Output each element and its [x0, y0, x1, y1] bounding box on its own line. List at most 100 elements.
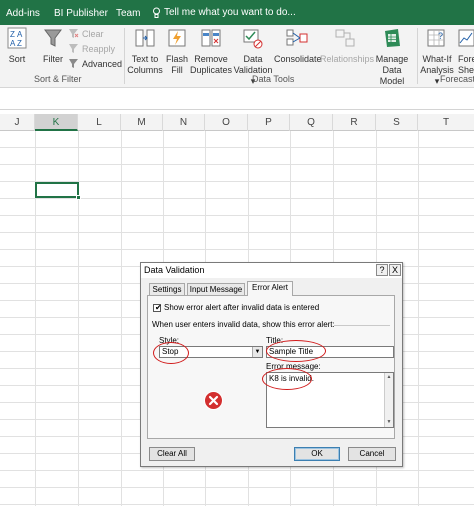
reapply-label: Reapply [82, 43, 116, 54]
reapply-button[interactable]: Reapply [68, 43, 115, 54]
show-alert-row[interactable]: ✔ Show error alert after invalid data is… [153, 303, 319, 312]
grid-row-line [0, 198, 474, 199]
svg-text:Z: Z [17, 39, 22, 48]
help-button[interactable]: ? [376, 264, 388, 276]
clear-filter-icon [69, 29, 79, 38]
column-header-l[interactable]: L [78, 114, 121, 131]
column-header-o[interactable]: O [205, 114, 248, 131]
text-to-columns-icon [135, 29, 155, 47]
formula-bar-border [0, 109, 474, 110]
grid-row-line [0, 215, 474, 216]
title-label: Title: [266, 336, 284, 345]
consolidate-icon [286, 29, 308, 46]
advanced-button[interactable]: Advanced [68, 58, 122, 69]
consolidate-button[interactable]: Consolidate [274, 27, 322, 65]
remove-duplicates-button[interactable]: Remove Duplicates [190, 27, 232, 76]
fill-handle[interactable] [76, 195, 81, 200]
sort-button[interactable]: Z A A Z Sort [3, 27, 31, 65]
data-validation-dialog: Data Validation ? X Settings Input Messa… [140, 262, 403, 467]
title-input[interactable]: Sample Title [266, 346, 394, 358]
svg-text:A: A [17, 30, 23, 39]
dialog-title: Data Validation [144, 265, 205, 275]
tell-me-text: Tell me what you want to do... [164, 7, 296, 18]
svg-text:A: A [10, 39, 16, 48]
grid-row-line [0, 487, 474, 488]
advanced-filter-icon [69, 59, 78, 68]
data-tools-group-label: Data Tools [252, 74, 295, 84]
cancel-button[interactable]: Cancel [348, 447, 396, 461]
grid-row-line [0, 504, 474, 505]
sort-filter-group-label: Sort & Filter [34, 74, 82, 84]
error-alert-panel: ✔ Show error alert after invalid data is… [147, 295, 395, 439]
grid-column-line [121, 131, 122, 506]
active-cell-k8[interactable] [35, 182, 79, 198]
data-validation-line1: Data [243, 54, 263, 64]
ok-button[interactable]: OK [294, 447, 340, 461]
style-select[interactable]: Stop ▼ [159, 346, 263, 358]
manage-data-model-button[interactable]: Manage Data Model [370, 27, 414, 87]
column-header-s[interactable]: S [376, 114, 418, 131]
manage-data-model-line2: Data Model [379, 65, 405, 86]
grid-row-line [0, 470, 474, 471]
reapply-icon [69, 44, 78, 53]
text-to-columns-line1: Text to [131, 54, 159, 64]
sort-az-icon: Z A A Z [7, 27, 27, 49]
message-scrollbar[interactable]: ▲ ▼ [384, 373, 393, 427]
grid-row-line [0, 232, 474, 233]
column-header-q[interactable]: Q [290, 114, 333, 131]
flash-fill-line1: Flash [165, 54, 188, 64]
scroll-up-icon[interactable]: ▲ [385, 373, 393, 381]
clear-button[interactable]: Clear [68, 28, 104, 39]
relationships-label: Relationships [320, 54, 375, 64]
forecast-sheet-button[interactable]: Fore She [458, 27, 474, 76]
checkmark-icon: ✔ [155, 302, 162, 312]
flash-fill-button[interactable]: Flash Fill [165, 27, 189, 76]
remove-duplicates-line2: Duplicates [190, 65, 233, 75]
error-message-textarea[interactable]: K8 is invalid. ▲ ▼ [266, 372, 394, 428]
dialog-title-bar: Data Validation ? X [141, 263, 402, 278]
sort-label: Sort [8, 54, 26, 64]
scroll-down-icon[interactable]: ▼ [385, 418, 393, 426]
forecast-sheet-icon [458, 29, 474, 47]
show-alert-label: Show error alert after invalid data is e… [164, 303, 320, 312]
chevron-down-icon[interactable]: ▼ [252, 347, 262, 357]
tab-error-alert[interactable]: Error Alert [247, 281, 293, 296]
grid-column-line [418, 131, 419, 506]
column-header-t[interactable]: T [418, 114, 474, 131]
what-if-icon: ? [427, 29, 445, 47]
grid-row-line [0, 164, 474, 165]
remove-duplicates-icon [201, 29, 221, 47]
column-header-n[interactable]: N [163, 114, 205, 131]
column-header-p[interactable]: P [248, 114, 290, 131]
flash-fill-icon [168, 29, 186, 47]
column-header-row: J K L M N O P Q R S T [0, 114, 474, 131]
remove-duplicates-line1: Remove [194, 54, 228, 64]
funnel-icon [44, 29, 62, 47]
filter-button[interactable]: Filter [40, 27, 66, 65]
stop-error-icon [204, 391, 223, 410]
forecast-group-label: Forecast [440, 74, 474, 84]
clear-all-button[interactable]: Clear All [149, 447, 195, 461]
column-header-k[interactable]: K [35, 114, 78, 131]
tab-add-ins[interactable]: Add-ins [6, 0, 40, 25]
close-button[interactable]: X [389, 264, 401, 276]
section-divider [334, 325, 390, 326]
relationships-icon [335, 29, 355, 47]
tell-me-box[interactable]: Tell me what you want to do... [152, 0, 296, 25]
forecast-sheet-line1: Fore [458, 54, 474, 64]
column-header-j[interactable]: J [0, 114, 35, 131]
grid-row-line [0, 249, 474, 250]
show-alert-checkbox[interactable]: ✔ [153, 302, 162, 312]
svg-text:?: ? [438, 31, 443, 41]
relationships-button[interactable]: Relationships [320, 27, 375, 65]
tab-bi-publisher[interactable]: BI Publisher [54, 0, 108, 25]
excel-window: Add-ins BI Publisher Team Tell me what y… [0, 0, 474, 506]
column-header-r[interactable]: R [333, 114, 376, 131]
data-model-icon [385, 29, 400, 47]
error-message-value: K8 is invalid. [269, 374, 314, 383]
tab-team[interactable]: Team [116, 0, 140, 25]
style-value: Stop [162, 347, 179, 356]
text-to-columns-button[interactable]: Text to Columns [126, 27, 164, 76]
grid-row-line [0, 147, 474, 148]
column-header-m[interactable]: M [121, 114, 163, 131]
